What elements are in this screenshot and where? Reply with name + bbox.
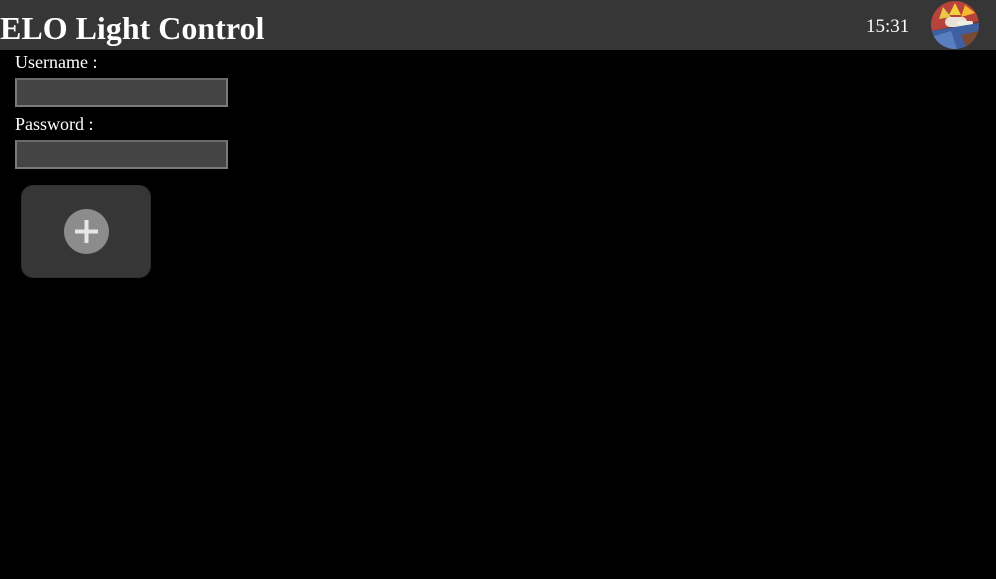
- user-avatar-icon[interactable]: [931, 1, 979, 49]
- plus-circle-icon: [64, 209, 109, 254]
- password-label: Password :: [15, 114, 94, 134]
- clock: 15:31: [866, 16, 910, 37]
- plus-glyph: [75, 220, 98, 243]
- add-light-button[interactable]: [21, 185, 151, 278]
- avatar-image: [931, 1, 979, 49]
- username-input[interactable]: [15, 78, 228, 107]
- app-header: ELO Light Control 15:31: [0, 0, 996, 50]
- username-label: Username :: [15, 52, 98, 72]
- password-input[interactable]: [15, 140, 228, 169]
- app-title: ELO Light Control: [0, 10, 265, 46]
